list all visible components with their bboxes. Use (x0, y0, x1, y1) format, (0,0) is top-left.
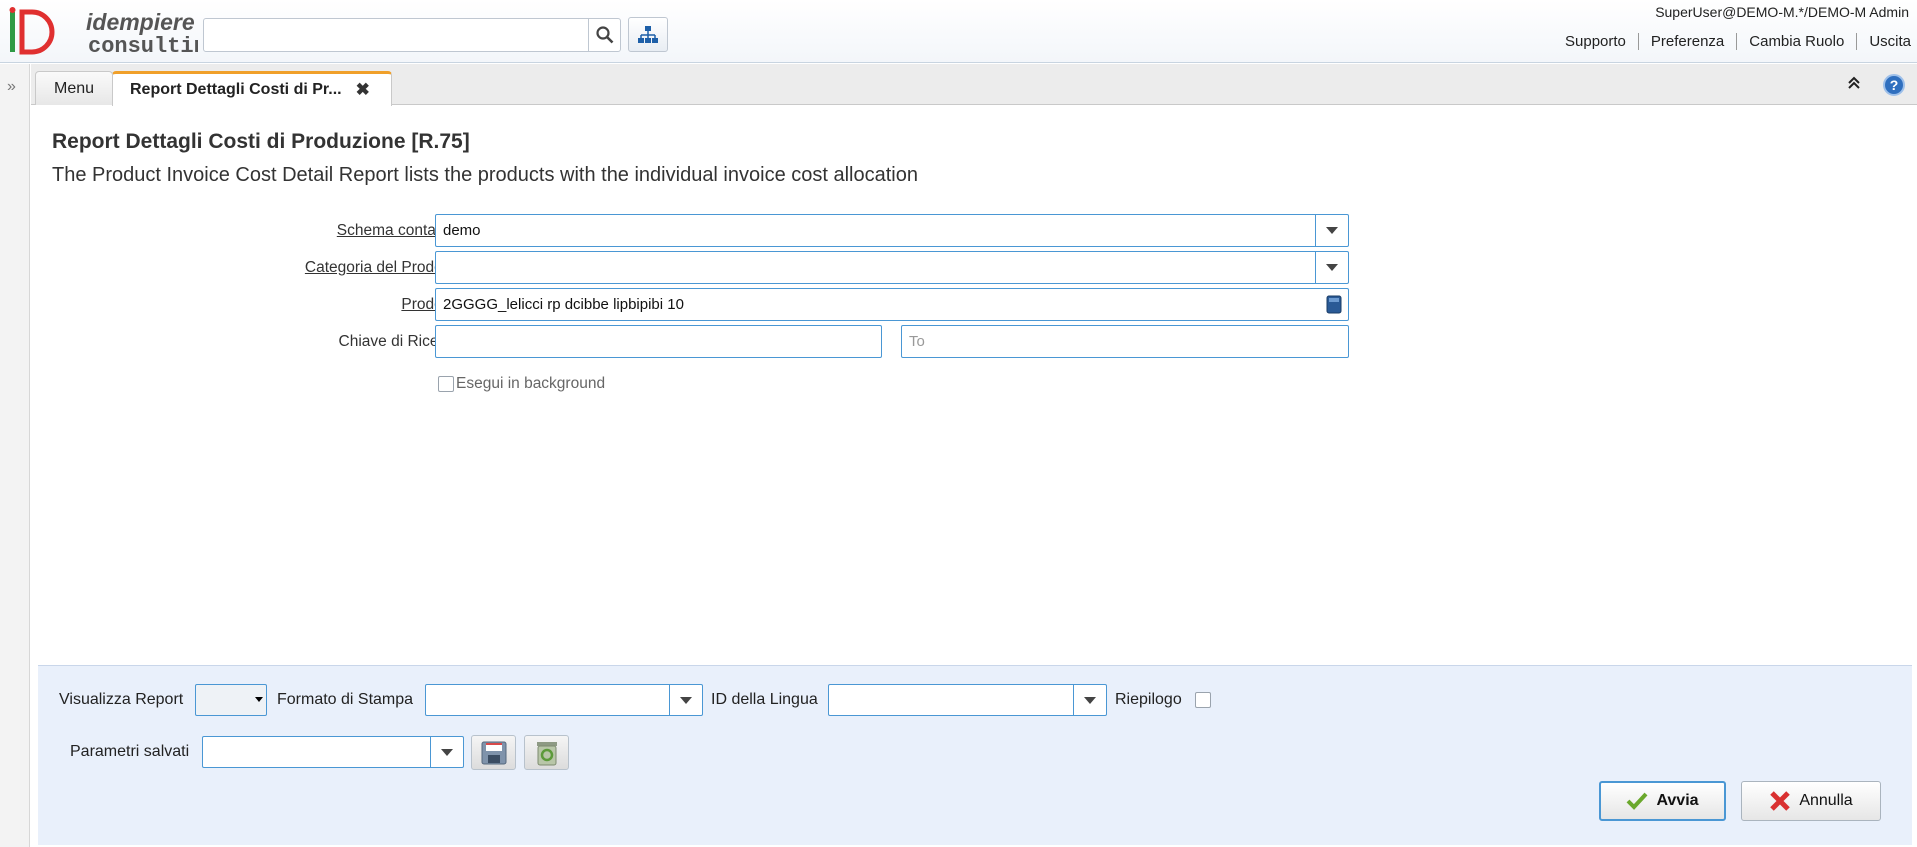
chiave-ricerca-to-input[interactable]: To (901, 325, 1349, 358)
categoria-prodotto-select[interactable] (435, 251, 1349, 284)
avvia-label: Avvia (1656, 792, 1699, 809)
label-chiave-ricerca: Chiave di Ricerca (338, 333, 460, 350)
top-links: Supporto Preferenza Cambia Ruolo Uscita (1553, 33, 1913, 50)
annulla-button[interactable]: Annulla (1741, 781, 1881, 821)
label-categoria-prodotto[interactable]: Categoria del Prodotto (160, 259, 460, 277)
label-parametri-salvati: Parametri salvati (70, 743, 190, 760)
delete-parameters-button[interactable] (524, 735, 569, 770)
chevron-down-icon (255, 697, 263, 702)
global-search-input[interactable] (203, 18, 621, 52)
collapse-header-icon[interactable] (1847, 76, 1861, 93)
user-role-info: SuperUser@DEMO-M.*/DEMO-M Admin (1655, 4, 1909, 20)
chevron-down-icon[interactable] (1315, 252, 1348, 283)
product-lookup-icon[interactable] (1326, 295, 1342, 318)
label-prodotto[interactable]: Prodotto (160, 296, 460, 314)
svg-text:idempiere: idempiere (86, 9, 195, 35)
chevron-down-icon[interactable] (1315, 215, 1348, 246)
chevron-down-icon[interactable] (669, 685, 702, 715)
link-supporto[interactable]: Supporto (1553, 33, 1639, 50)
parametri-salvati-select[interactable] (202, 736, 464, 768)
to-placeholder: To (909, 333, 925, 350)
tab-menu[interactable]: Menu (35, 71, 113, 105)
label-riepilogo: Riepilogo (1115, 691, 1182, 708)
prodotto-search-field[interactable]: 2GGGG_lelicci rp dcibbe lipbipibi 10 (435, 288, 1349, 321)
chevron-down-icon[interactable] (430, 737, 463, 767)
page-title: Report Dettagli Costi di Produzione [R.7… (52, 130, 470, 153)
process-dialog: Report Dettagli Costi di Produzione [R.7… (31, 106, 1917, 666)
esegui-background-checkbox[interactable] (438, 376, 454, 392)
label-id-lingua: ID della Lingua (711, 691, 818, 708)
schema-contabile-select[interactable]: demo (435, 214, 1349, 247)
formato-stampa-select[interactable] (425, 684, 703, 716)
west-panel-collapsed: » (0, 64, 30, 847)
svg-text:consulting: consulting (88, 34, 198, 58)
search-icon[interactable] (588, 18, 621, 52)
chevron-down-icon[interactable] (1073, 685, 1106, 715)
tab-report-dettagli[interactable]: Report Dettagli Costi di Pr... ✖ (112, 71, 392, 106)
recycle-bin-icon (536, 741, 557, 765)
schema-contabile-value: demo (443, 222, 481, 239)
close-icon (1770, 791, 1791, 811)
expand-panel-icon[interactable]: » (7, 78, 16, 96)
floppy-disk-icon (481, 741, 506, 764)
link-cambia-ruolo[interactable]: Cambia Ruolo (1737, 33, 1858, 50)
label-visualizza-report: Visualizza Report (59, 691, 184, 708)
chiave-ricerca-from-input[interactable] (435, 325, 882, 358)
link-preferenza[interactable]: Preferenza (1639, 33, 1738, 50)
top-header: idempiere consulting SuperUser@DEMO-M.*/… (0, 0, 1917, 63)
help-icon[interactable]: ? (1883, 73, 1905, 96)
report-options-panel: Visualizza Report Formato di Stampa ID d… (38, 665, 1912, 845)
save-parameters-button[interactable] (471, 735, 516, 770)
visualizza-report-select[interactable] (195, 684, 267, 716)
label-schema-contabile[interactable]: Schema contabile (160, 222, 460, 240)
checkmark-icon (1627, 792, 1648, 810)
link-uscita[interactable]: Uscita (1857, 33, 1913, 50)
window-tabbar: Menu Report Dettagli Costi di Pr... ✖ ? (31, 64, 1917, 106)
tab-tools: ? (1847, 64, 1917, 105)
page-description: The Product Invoice Cost Detail Report l… (52, 164, 918, 186)
id-lingua-select[interactable] (828, 684, 1107, 716)
close-tab-icon[interactable]: ✖ (356, 80, 370, 100)
avvia-button[interactable]: Avvia (1599, 781, 1726, 821)
idempiere-consulting-logo[interactable]: idempiere consulting (8, 6, 220, 59)
riepilogo-checkbox[interactable] (1195, 692, 1211, 708)
menu-tree-icon[interactable] (628, 17, 668, 52)
tab-label: Report Dettagli Costi di Pr... (130, 81, 342, 98)
esegui-background-option[interactable]: Esegui in background (438, 375, 605, 393)
annulla-label: Annulla (1799, 792, 1853, 809)
label-formato-stampa: Formato di Stampa (277, 691, 414, 708)
prodotto-value: 2GGGG_lelicci rp dcibbe lipbipibi 10 (443, 296, 684, 313)
esegui-background-label: Esegui in background (456, 375, 606, 392)
